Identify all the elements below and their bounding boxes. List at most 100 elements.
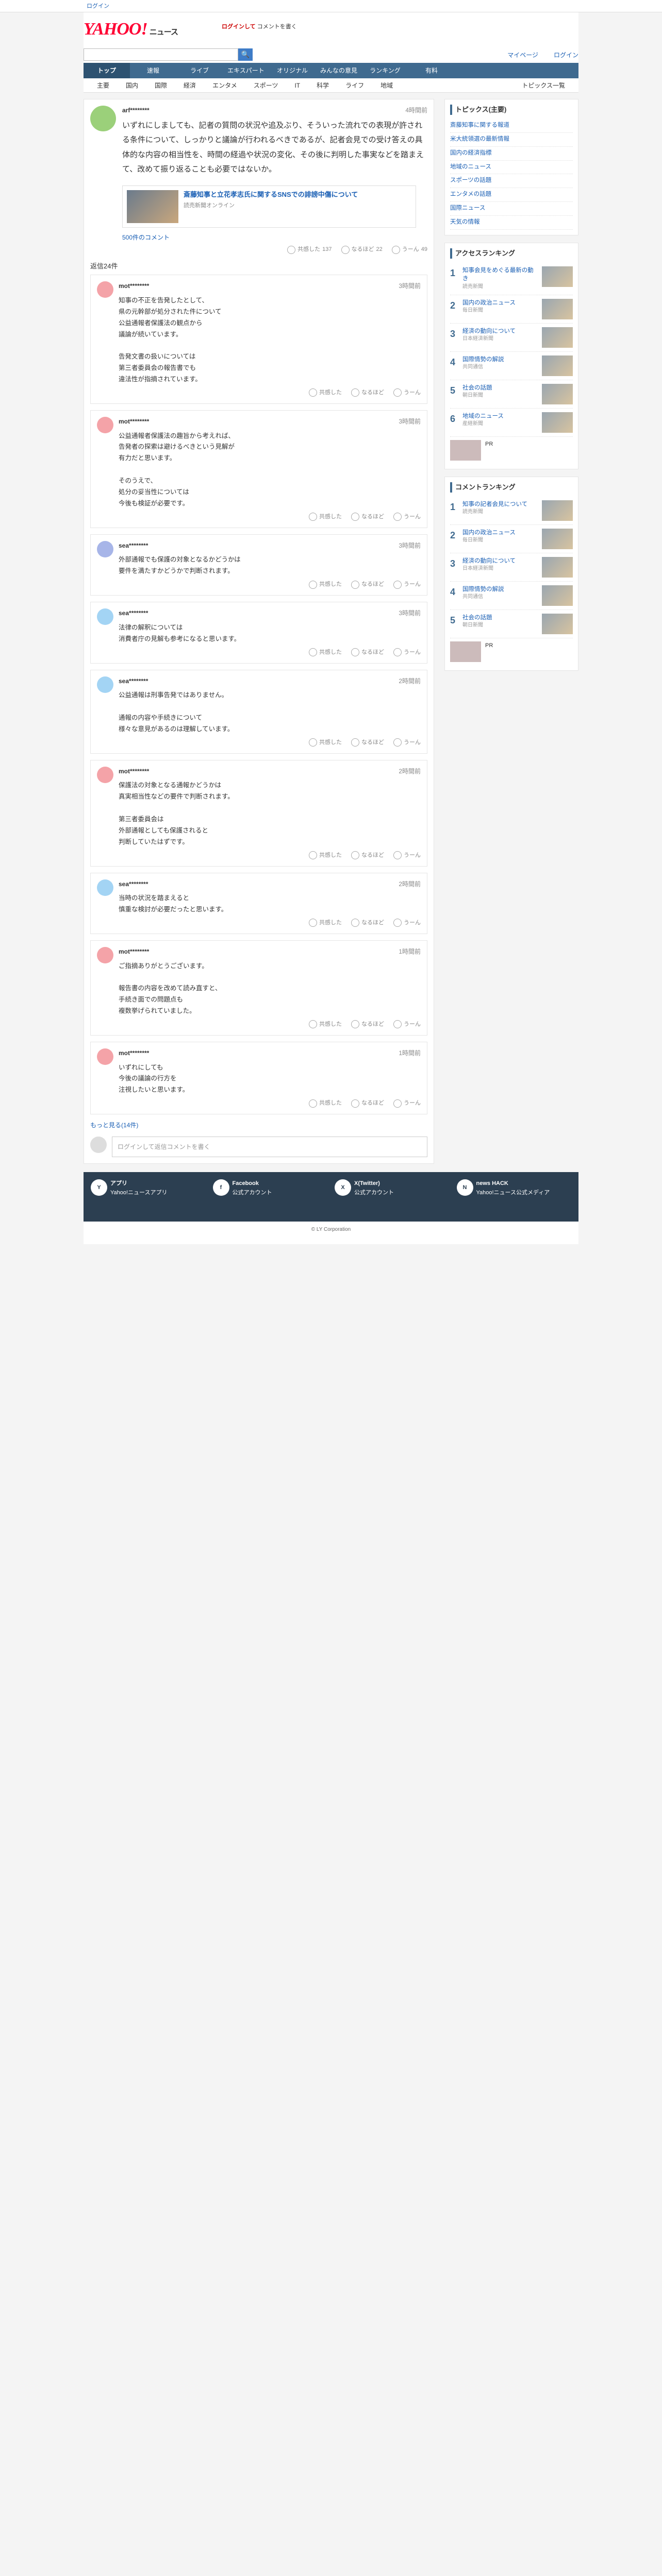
empathy-button[interactable]: 共感した bbox=[309, 851, 342, 860]
topic-item[interactable]: 天気の情報 bbox=[450, 216, 573, 230]
subnav-item[interactable]: IT bbox=[286, 78, 308, 92]
ranking-item[interactable]: 6 地域のニュース 産経新聞 bbox=[450, 409, 573, 437]
topic-item[interactable]: エンタメの話題 bbox=[450, 188, 573, 202]
pr-item[interactable]: PR bbox=[450, 437, 573, 464]
show-more-link[interactable]: もっと見る(14件) bbox=[90, 1121, 427, 1130]
topic-item[interactable]: 米大統領選の最新情報 bbox=[450, 133, 573, 147]
empathy-button[interactable]: 共感した bbox=[309, 648, 342, 657]
rank-number: 3 bbox=[450, 328, 456, 339]
search-input[interactable] bbox=[84, 48, 238, 61]
comment-reactions: 共感した なるほど うーん bbox=[119, 648, 421, 657]
ranking-thumbnail bbox=[542, 383, 573, 404]
insight-button[interactable]: なるほど 22 bbox=[341, 245, 383, 254]
subnav-item[interactable]: 地域 bbox=[372, 78, 401, 92]
ranking-item[interactable]: 2 国内の政治ニュース 毎日新聞 bbox=[450, 525, 573, 553]
nav-item-live[interactable]: ライブ bbox=[176, 63, 223, 78]
rank-number: 2 bbox=[450, 300, 456, 311]
topics-box: トピックス(主要) 斎藤知事に関する報道 米大統領選の最新情報 国内の経済指標 地域の… bbox=[444, 99, 578, 235]
insight-button[interactable]: なるほど bbox=[351, 738, 384, 747]
insight-button[interactable]: なるほど bbox=[351, 513, 384, 521]
insight-icon bbox=[351, 851, 359, 860]
empathy-button[interactable]: 共感した bbox=[309, 513, 342, 521]
search-button[interactable]: 🔍 bbox=[238, 48, 253, 61]
footer-newshack[interactable]: Nnews HACK Yahoo!ニュース公式メディア bbox=[456, 1179, 572, 1214]
insight-button[interactable]: なるほど bbox=[351, 388, 384, 397]
ranking-item[interactable]: 4 国際情勢の解説 共同通信 bbox=[450, 352, 573, 380]
insight-button[interactable]: なるほど bbox=[351, 851, 384, 860]
article-card[interactable]: 斎藤知事と立花孝志氏に関するSNSでの誹謗中傷について 読売新聞オンライン bbox=[122, 185, 416, 228]
topic-item[interactable]: 国際ニュース bbox=[450, 202, 573, 216]
nav-item-paid[interactable]: 有料 bbox=[408, 63, 455, 78]
hmm-button[interactable]: うーん bbox=[393, 648, 421, 657]
footer-x[interactable]: X X(Twitter) 公式アカウント bbox=[335, 1179, 450, 1214]
ranking-item[interactable]: 5 社会の話題 朝日新聞 bbox=[450, 380, 573, 409]
comments-link[interactable]: 500件のコメント bbox=[122, 233, 427, 243]
yahoo-logo[interactable]: YAHOO! ニュース bbox=[84, 20, 178, 39]
ranking-item[interactable]: 2 国内の政治ニュース 毎日新聞 bbox=[450, 295, 573, 324]
signin-link[interactable]: ログイン bbox=[554, 50, 578, 60]
empathy-icon bbox=[309, 580, 317, 589]
comment-reactions: 共感した なるほど うーん bbox=[119, 388, 421, 397]
insight-button[interactable]: なるほど bbox=[351, 580, 384, 589]
pr-item[interactable]: PR bbox=[450, 638, 573, 665]
hmm-button[interactable]: うーん 49 bbox=[391, 245, 427, 254]
insight-button[interactable]: なるほど bbox=[351, 1020, 384, 1029]
ranking-thumbnail bbox=[542, 327, 573, 348]
ranking-item[interactable]: 5 社会の話題 朝日新聞 bbox=[450, 610, 573, 638]
empathy-button[interactable]: 共感した 137 bbox=[287, 245, 332, 254]
insight-button[interactable]: なるほど bbox=[351, 1099, 384, 1108]
ranking-item[interactable]: 3 経済の動向について 日本経済新聞 bbox=[450, 553, 573, 582]
empathy-button[interactable]: 共感した bbox=[309, 919, 342, 927]
subnav-item[interactable]: スポーツ bbox=[245, 78, 287, 92]
insight-button[interactable]: なるほど bbox=[351, 648, 384, 657]
subnav-item[interactable]: ライフ bbox=[337, 78, 372, 92]
empathy-button[interactable]: 共感した bbox=[309, 1099, 342, 1108]
login-link[interactable]: ログイン bbox=[87, 3, 109, 9]
subnav-item[interactable]: 科学 bbox=[308, 78, 337, 92]
topic-item[interactable]: 国内の経済指標 bbox=[450, 147, 573, 161]
reply-input[interactable]: ログインして返信コメントを書く bbox=[112, 1136, 427, 1158]
topic-item[interactable]: 斎藤知事に関する報道 bbox=[450, 119, 573, 133]
empathy-button[interactable]: 共感した bbox=[309, 738, 342, 747]
nav-item-expert[interactable]: エキスパート bbox=[223, 63, 269, 78]
hmm-button[interactable]: うーん bbox=[393, 738, 421, 747]
footer-facebook[interactable]: f Facebook 公式アカウント bbox=[212, 1179, 328, 1214]
ranking-item[interactable]: 3 経済の動向について 日本経済新聞 bbox=[450, 324, 573, 352]
ranking-item[interactable]: 1 知事会見をめぐる最新の動き 読売新聞 bbox=[450, 263, 573, 295]
nav-item-breaking[interactable]: 速報 bbox=[130, 63, 176, 78]
empathy-button[interactable]: 共感した bbox=[309, 388, 342, 397]
subnav-item[interactable]: 国内 bbox=[118, 78, 146, 92]
hmm-button[interactable]: うーん bbox=[393, 388, 421, 397]
subnav-item[interactable]: 主要 bbox=[89, 78, 118, 92]
topic-item[interactable]: スポーツの話題 bbox=[450, 174, 573, 189]
insight-icon bbox=[341, 245, 350, 254]
hmm-button[interactable]: うーん bbox=[393, 580, 421, 589]
nav-item-top[interactable]: トップ bbox=[84, 63, 130, 78]
footer-app[interactable]: Y アプリ Yahoo!ニュースアプリ bbox=[91, 1179, 206, 1214]
nav-item-original[interactable]: オリジナル bbox=[269, 63, 316, 78]
hmm-button[interactable]: うーん bbox=[393, 513, 421, 521]
nav-item-opinion[interactable]: みんなの意見 bbox=[316, 63, 362, 78]
hmm-button[interactable]: うーん bbox=[393, 1020, 421, 1029]
hmm-button[interactable]: うーん bbox=[393, 851, 421, 860]
comment-time: 1時間前 bbox=[399, 947, 421, 955]
avatar bbox=[97, 946, 113, 963]
subnav-item[interactable]: エンタメ bbox=[204, 78, 245, 92]
hmm-button[interactable]: うーん bbox=[393, 919, 421, 927]
comment-time: 3時間前 bbox=[399, 541, 421, 549]
mypage-link[interactable]: マイページ bbox=[507, 50, 538, 60]
nav-item-ranking[interactable]: ランキング bbox=[362, 63, 408, 78]
insight-button[interactable]: なるほど bbox=[351, 919, 384, 927]
subnav-item[interactable]: 経済 bbox=[175, 78, 204, 92]
subnav-item[interactable]: 国際 bbox=[146, 78, 175, 92]
ranking-item[interactable]: 4 国際情勢の解説 共同通信 bbox=[450, 582, 573, 610]
comment-ranking-box: コメントランキング 1 知事の記者会見について 読売新聞 2 国内の政治ニュース 毎日新聞… bbox=[444, 476, 578, 671]
hmm-button[interactable]: うーん bbox=[393, 1099, 421, 1108]
empathy-button[interactable]: 共感した bbox=[309, 580, 342, 589]
empathy-button[interactable]: 共感した bbox=[309, 1020, 342, 1029]
ranking-item[interactable]: 1 知事の記者会見について 読売新聞 bbox=[450, 497, 573, 525]
topic-item[interactable]: 地域のニュース bbox=[450, 161, 573, 175]
hmm-icon bbox=[393, 738, 402, 747]
topics-list-link[interactable]: トピックス一覧 bbox=[514, 78, 573, 92]
comment-time: 2時間前 bbox=[399, 880, 421, 888]
